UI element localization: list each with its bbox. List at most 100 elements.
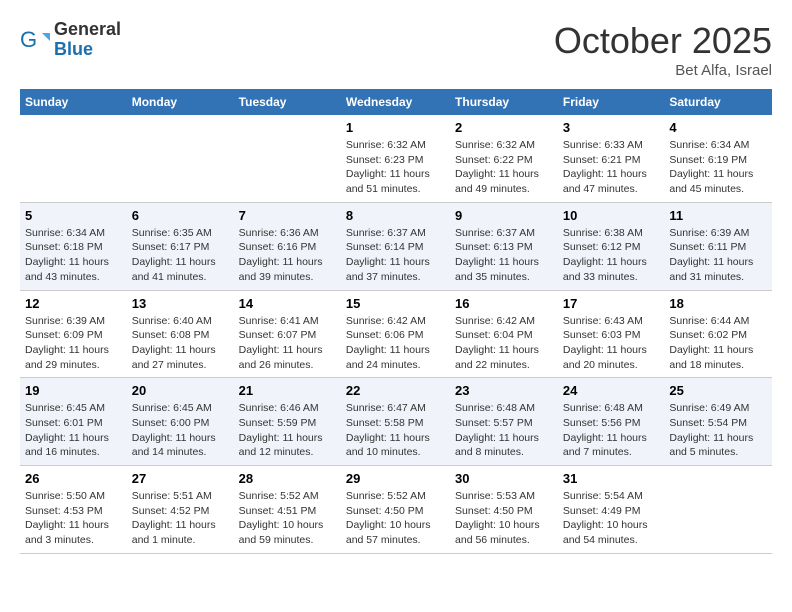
weekday-header-monday: Monday bbox=[127, 89, 234, 115]
calendar-cell: 30 Sunrise: 5:53 AMSunset: 4:50 PMDayligh… bbox=[450, 466, 558, 554]
calendar-cell: 11Sunrise: 6:39 AMSunset: 6:11 PMDayligh… bbox=[664, 202, 772, 290]
day-info: Sunrise: 6:48 AMSunset: 5:57 PMDaylight:… bbox=[455, 401, 553, 460]
day-info: Sunrise: 6:38 AMSunset: 6:12 PMDaylight:… bbox=[563, 226, 659, 285]
day-number: 17 bbox=[563, 296, 659, 311]
calendar-cell: 1 Sunrise: 6:32 AMSunset: 6:23 PMDaylight… bbox=[341, 115, 450, 202]
day-info: Sunrise: 6:40 AMSunset: 6:08 PMDaylight:… bbox=[132, 314, 229, 373]
day-info: Sunrise: 6:49 AMSunset: 5:54 PMDaylight:… bbox=[669, 401, 767, 460]
calendar-cell: 16 Sunrise: 6:42 AMSunset: 6:04 PMDayligh… bbox=[450, 290, 558, 378]
day-info: Sunrise: 6:41 AMSunset: 6:07 PMDaylight:… bbox=[239, 314, 336, 373]
day-info: Sunrise: 5:50 AMSunset: 4:53 PMDaylight:… bbox=[25, 489, 122, 548]
calendar-week-row: 19 Sunrise: 6:45 AMSunset: 6:01 PMDayligh… bbox=[20, 378, 772, 466]
day-number: 25 bbox=[669, 383, 767, 398]
day-number: 13 bbox=[132, 296, 229, 311]
day-info: Sunrise: 6:39 AMSunset: 6:11 PMDaylight:… bbox=[669, 226, 767, 285]
calendar-cell: 31Sunrise: 5:54 AMSunset: 4:49 PMDayligh… bbox=[558, 466, 664, 554]
calendar-cell: 9Sunrise: 6:37 AMSunset: 6:13 PMDaylight… bbox=[450, 202, 558, 290]
page-header: G General Blue October 2025 Bet Alfa, Is… bbox=[20, 20, 772, 79]
day-number: 30 bbox=[455, 471, 553, 486]
day-info: Sunrise: 5:53 AMSunset: 4:50 PMDaylight:… bbox=[455, 489, 553, 548]
calendar-cell: 3Sunrise: 6:33 AMSunset: 6:21 PMDaylight… bbox=[558, 115, 664, 202]
day-number: 7 bbox=[239, 208, 336, 223]
day-number: 24 bbox=[563, 383, 659, 398]
day-number: 20 bbox=[132, 383, 229, 398]
day-info: Sunrise: 6:36 AMSunset: 6:16 PMDaylight:… bbox=[239, 226, 336, 285]
calendar-cell: 24 Sunrise: 6:48 AMSunset: 5:56 PMDayligh… bbox=[558, 378, 664, 466]
calendar-cell: 22 Sunrise: 6:47 AMSunset: 5:58 PMDayligh… bbox=[341, 378, 450, 466]
day-info: Sunrise: 6:45 AMSunset: 6:01 PMDaylight:… bbox=[25, 401, 122, 460]
day-number: 15 bbox=[346, 296, 445, 311]
calendar-cell: 13 Sunrise: 6:40 AMSunset: 6:08 PMDayligh… bbox=[127, 290, 234, 378]
day-info: Sunrise: 5:51 AMSunset: 4:52 PMDaylight:… bbox=[132, 489, 229, 548]
calendar-cell: 29 Sunrise: 5:52 AMSunset: 4:50 PMDayligh… bbox=[341, 466, 450, 554]
day-number: 14 bbox=[239, 296, 336, 311]
calendar-week-row: 26 Sunrise: 5:50 AMSunset: 4:53 PMDayligh… bbox=[20, 466, 772, 554]
calendar-cell: 4 Sunrise: 6:34 AMSunset: 6:19 PMDaylight… bbox=[664, 115, 772, 202]
calendar-cell: 26 Sunrise: 5:50 AMSunset: 4:53 PMDayligh… bbox=[20, 466, 127, 554]
weekday-header-tuesday: Tuesday bbox=[234, 89, 341, 115]
day-info: Sunrise: 6:39 AMSunset: 6:09 PMDaylight:… bbox=[25, 314, 122, 373]
day-number: 19 bbox=[25, 383, 122, 398]
day-number: 18 bbox=[669, 296, 767, 311]
day-info: Sunrise: 6:44 AMSunset: 6:02 PMDaylight:… bbox=[669, 314, 767, 373]
weekday-header-saturday: Saturday bbox=[664, 89, 772, 115]
calendar-cell bbox=[234, 115, 341, 202]
logo-text: General Blue bbox=[54, 20, 121, 60]
calendar-cell: 25 Sunrise: 6:49 AMSunset: 5:54 PMDayligh… bbox=[664, 378, 772, 466]
calendar-cell: 7 Sunrise: 6:36 AMSunset: 6:16 PMDaylight… bbox=[234, 202, 341, 290]
day-number: 8 bbox=[346, 208, 445, 223]
calendar-cell: 21 Sunrise: 6:46 AMSunset: 5:59 PMDayligh… bbox=[234, 378, 341, 466]
calendar-cell: 27 Sunrise: 5:51 AMSunset: 4:52 PMDayligh… bbox=[127, 466, 234, 554]
day-info: Sunrise: 6:47 AMSunset: 5:58 PMDaylight:… bbox=[346, 401, 445, 460]
day-number: 27 bbox=[132, 471, 229, 486]
calendar-week-row: 5 Sunrise: 6:34 AMSunset: 6:18 PMDaylight… bbox=[20, 202, 772, 290]
day-info: Sunrise: 6:34 AMSunset: 6:19 PMDaylight:… bbox=[669, 138, 767, 197]
day-info: Sunrise: 6:37 AMSunset: 6:14 PMDaylight:… bbox=[346, 226, 445, 285]
day-info: Sunrise: 5:54 AMSunset: 4:49 PMDaylight:… bbox=[563, 489, 659, 548]
calendar-table: SundayMondayTuesdayWednesdayThursdayFrid… bbox=[20, 89, 772, 554]
day-info: Sunrise: 6:46 AMSunset: 5:59 PMDaylight:… bbox=[239, 401, 336, 460]
calendar-cell bbox=[664, 466, 772, 554]
day-number: 2 bbox=[455, 120, 553, 135]
day-number: 21 bbox=[239, 383, 336, 398]
logo-icon: G bbox=[20, 25, 50, 55]
calendar-cell: 8 Sunrise: 6:37 AMSunset: 6:14 PMDaylight… bbox=[341, 202, 450, 290]
day-number: 29 bbox=[346, 471, 445, 486]
day-info: Sunrise: 6:42 AMSunset: 6:04 PMDaylight:… bbox=[455, 314, 553, 373]
day-info: Sunrise: 6:43 AMSunset: 6:03 PMDaylight:… bbox=[563, 314, 659, 373]
calendar-cell bbox=[127, 115, 234, 202]
day-info: Sunrise: 6:32 AMSunset: 6:22 PMDaylight:… bbox=[455, 138, 553, 197]
logo-blue-text: Blue bbox=[54, 40, 121, 60]
day-info: Sunrise: 6:34 AMSunset: 6:18 PMDaylight:… bbox=[25, 226, 122, 285]
day-number: 28 bbox=[239, 471, 336, 486]
day-number: 26 bbox=[25, 471, 122, 486]
day-info: Sunrise: 6:35 AMSunset: 6:17 PMDaylight:… bbox=[132, 226, 229, 285]
calendar-cell: 20Sunrise: 6:45 AMSunset: 6:00 PMDayligh… bbox=[127, 378, 234, 466]
location-subtitle: Bet Alfa, Israel bbox=[554, 62, 772, 79]
day-number: 4 bbox=[669, 120, 767, 135]
day-info: Sunrise: 6:37 AMSunset: 6:13 PMDaylight:… bbox=[455, 226, 553, 285]
day-number: 22 bbox=[346, 383, 445, 398]
calendar-cell: 28Sunrise: 5:52 AMSunset: 4:51 PMDayligh… bbox=[234, 466, 341, 554]
calendar-cell: 5 Sunrise: 6:34 AMSunset: 6:18 PMDaylight… bbox=[20, 202, 127, 290]
calendar-cell: 17 Sunrise: 6:43 AMSunset: 6:03 PMDayligh… bbox=[558, 290, 664, 378]
weekday-header-wednesday: Wednesday bbox=[341, 89, 450, 115]
title-block: October 2025 Bet Alfa, Israel bbox=[554, 20, 772, 79]
day-info: Sunrise: 6:32 AMSunset: 6:23 PMDaylight:… bbox=[346, 138, 445, 197]
calendar-cell: 2 Sunrise: 6:32 AMSunset: 6:22 PMDaylight… bbox=[450, 115, 558, 202]
day-info: Sunrise: 6:48 AMSunset: 5:56 PMDaylight:… bbox=[563, 401, 659, 460]
svg-text:G: G bbox=[20, 27, 37, 52]
calendar-cell: 14 Sunrise: 6:41 AMSunset: 6:07 PMDayligh… bbox=[234, 290, 341, 378]
day-number: 1 bbox=[346, 120, 445, 135]
day-info: Sunrise: 6:33 AMSunset: 6:21 PMDaylight:… bbox=[563, 138, 659, 197]
weekday-header-thursday: Thursday bbox=[450, 89, 558, 115]
logo: G General Blue bbox=[20, 20, 121, 60]
calendar-week-row: 1 Sunrise: 6:32 AMSunset: 6:23 PMDaylight… bbox=[20, 115, 772, 202]
day-info: Sunrise: 5:52 AMSunset: 4:50 PMDaylight:… bbox=[346, 489, 445, 548]
calendar-cell: 19 Sunrise: 6:45 AMSunset: 6:01 PMDayligh… bbox=[20, 378, 127, 466]
day-number: 5 bbox=[25, 208, 122, 223]
calendar-cell: 10Sunrise: 6:38 AMSunset: 6:12 PMDayligh… bbox=[558, 202, 664, 290]
day-number: 12 bbox=[25, 296, 122, 311]
day-number: 16 bbox=[455, 296, 553, 311]
weekday-header-friday: Friday bbox=[558, 89, 664, 115]
